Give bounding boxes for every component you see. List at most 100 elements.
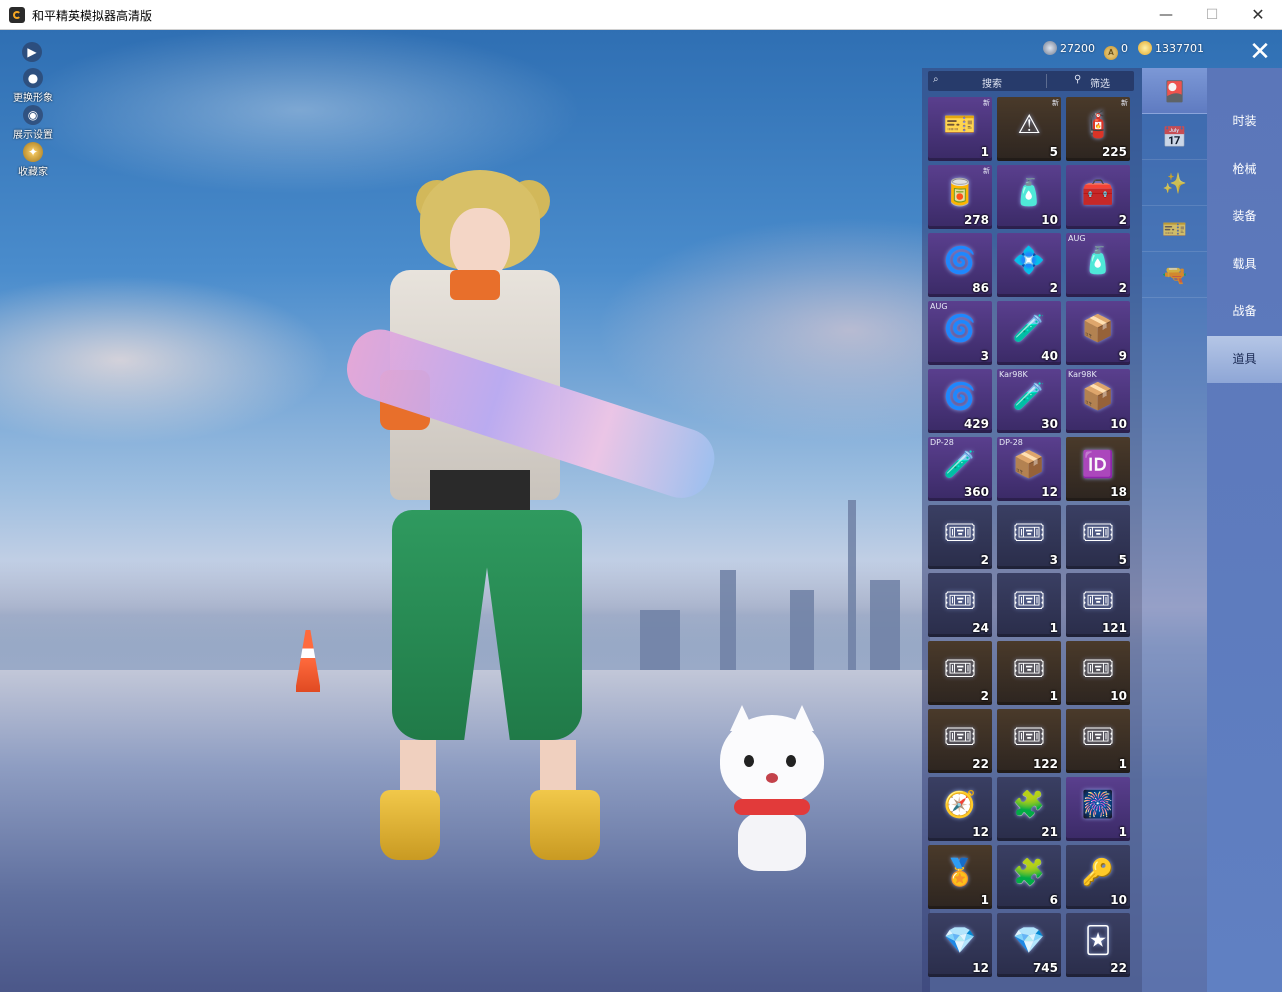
item-icon: 🎟	[1081, 654, 1115, 684]
inventory-item[interactable]: ⚠ 新 5	[997, 97, 1061, 161]
item-quantity: 12	[972, 961, 989, 975]
ticket-icon: 🎫	[1162, 217, 1187, 241]
menu-item[interactable]: 时装	[1207, 98, 1282, 145]
inventory-item[interactable]: 🎟 10	[1066, 641, 1130, 705]
item-quantity: 2	[1118, 213, 1127, 227]
inventory-item[interactable]: 🧩 21	[997, 777, 1061, 841]
pet-head	[720, 715, 824, 805]
token-currency[interactable]: A0	[1104, 40, 1128, 60]
player-character[interactable]	[339, 170, 730, 870]
inventory-item[interactable]: 📦 9	[1066, 301, 1130, 365]
pet-eye	[744, 755, 754, 767]
silver-amount: 27200	[1060, 42, 1095, 55]
item-quantity: 225	[1101, 145, 1127, 159]
inventory-item[interactable]: 🎟 5	[1066, 505, 1130, 569]
skyline-tower	[870, 580, 900, 670]
inventory-item[interactable]: 🧰 2	[1066, 165, 1130, 229]
inventory-item[interactable]: 📦 Kar98K 10	[1066, 369, 1130, 433]
inventory-item[interactable]: 🎟 2	[928, 505, 992, 569]
inventory-item[interactable]: 🎟 24	[928, 573, 992, 637]
item-quantity: 3	[980, 349, 989, 363]
item-quantity: 2	[1118, 281, 1127, 295]
item-quantity: 360	[963, 485, 989, 499]
inventory-item[interactable]: 🎟 122	[997, 709, 1061, 773]
maximize-button[interactable]: ☐	[1189, 0, 1235, 30]
inventory-item[interactable]: 🃏 22	[1066, 913, 1130, 977]
collection-button[interactable]: ✦ 收藏家	[10, 142, 56, 178]
shoe	[530, 790, 600, 860]
item-quantity: 22	[1110, 961, 1127, 975]
menu-item[interactable]: 战备	[1207, 288, 1282, 335]
inventory-item[interactable]: 🏅 1	[928, 845, 992, 909]
coin-amount: 1337701	[1155, 42, 1204, 55]
inventory-item[interactable]: 🧪 Kar98K 30	[997, 369, 1061, 433]
inventory-item[interactable]: 💠 2	[997, 233, 1061, 297]
coin-currency[interactable]: 1337701	[1138, 40, 1204, 58]
category-tab[interactable]: 🎴	[1142, 68, 1207, 114]
item-icon: 🎟	[943, 518, 977, 548]
inventory-item[interactable]: 🎫 新 1	[928, 97, 992, 161]
pet-cat[interactable]	[720, 705, 824, 895]
inventory-item[interactable]: 🎟 121	[1066, 573, 1130, 637]
silver-currency[interactable]: 27200	[1043, 40, 1095, 58]
inventory-item[interactable]: 🎟 1	[997, 641, 1061, 705]
inventory-item[interactable]: 💎 745	[997, 913, 1061, 977]
inventory-item[interactable]: 🎟 2	[928, 641, 992, 705]
inventory-item[interactable]: 🧴 10	[997, 165, 1061, 229]
inventory-item[interactable]: 🧩 6	[997, 845, 1061, 909]
filter-button[interactable]: 筛选	[1090, 75, 1110, 90]
item-quantity: 18	[1110, 485, 1127, 499]
token-icon: A	[1104, 46, 1118, 60]
item-quantity: 6	[1049, 893, 1058, 907]
inventory-item[interactable]: 🧯 新 225	[1066, 97, 1130, 161]
inventory-item[interactable]: 🧪 40	[997, 301, 1061, 365]
item-quantity: 21	[1041, 825, 1058, 839]
minimize-button[interactable]: —	[1143, 0, 1189, 30]
inventory-item[interactable]: 🧪 DP-28 360	[928, 437, 992, 501]
person-icon: ●	[23, 68, 43, 88]
inventory-item[interactable]: 💎 12	[928, 913, 992, 977]
category-tab[interactable]: 🎫	[1142, 206, 1207, 252]
change-look-button[interactable]: ● 更换形象	[10, 68, 56, 104]
inventory-item[interactable]: 🧴 AUG 2	[1066, 233, 1130, 297]
inventory-item[interactable]: 🆔 18	[1066, 437, 1130, 501]
inventory-item[interactable]: 🎟 1	[997, 573, 1061, 637]
inventory-item[interactable]: 🧭 12	[928, 777, 992, 841]
inventory-item[interactable]: 🎟 22	[928, 709, 992, 773]
display-settings-button[interactable]: ◉ 展示设置	[10, 105, 56, 141]
coin-icon	[1138, 41, 1152, 55]
inventory-item[interactable]: 🌀 AUG 3	[928, 301, 992, 365]
inventory-item[interactable]: 🔑 10	[1066, 845, 1130, 909]
menu-item[interactable]: 装备	[1207, 193, 1282, 240]
window-close-button[interactable]: ✕	[1235, 0, 1281, 30]
inventory-item[interactable]: 🎆 1	[1066, 777, 1130, 841]
menu-item[interactable]: 载具	[1207, 241, 1282, 288]
category-tab[interactable]: 🔫	[1142, 252, 1207, 298]
category-tab[interactable]: 📅	[1142, 114, 1207, 160]
item-icon: 🧴	[1012, 178, 1046, 208]
menu-item[interactable]: 道具	[1207, 335, 1282, 383]
item-weapon-tag: Kar98K	[1068, 370, 1097, 379]
expand-control[interactable]: ▶	[22, 42, 42, 62]
close-panel-button[interactable]: ✕	[1245, 38, 1275, 68]
menu-item[interactable]: 枪械	[1207, 146, 1282, 193]
inventory-item[interactable]: 🎟 1	[1066, 709, 1130, 773]
inventory-item[interactable]: 🌀 86	[928, 233, 992, 297]
item-icon: 🏅	[943, 858, 977, 888]
item-icon: 🎟	[1012, 654, 1046, 684]
item-quantity: 24	[972, 621, 989, 635]
inventory-item[interactable]: 🌀 429	[928, 369, 992, 433]
skyline-tower	[790, 590, 814, 670]
inventory-item[interactable]: 🥫 新 278	[928, 165, 992, 229]
inventory-item[interactable]: 📦 DP-28 12	[997, 437, 1061, 501]
search-bar[interactable]: ⌕ 搜索 ⚲ 筛选	[928, 71, 1134, 91]
search-icon: ⌕	[933, 74, 939, 85]
item-quantity: 2	[980, 689, 989, 703]
item-icon: 🎟	[1081, 518, 1115, 548]
search-input[interactable]: 搜索	[982, 75, 1002, 90]
item-new-badge: 新	[1121, 99, 1128, 107]
category-tab[interactable]: ✨	[1142, 160, 1207, 206]
item-icon: 🧯	[1081, 110, 1115, 140]
inventory-grid: 🎫 新 1 ⚠ 新 5 🧯 新 225 🥫 新 278 🧴 10 🧰 2 🌀 86 💠 2 🧴 AUG 2 🌀 AUG 3 🧪 40 📦…	[928, 97, 1134, 977]
inventory-item[interactable]: 🎟 3	[997, 505, 1061, 569]
